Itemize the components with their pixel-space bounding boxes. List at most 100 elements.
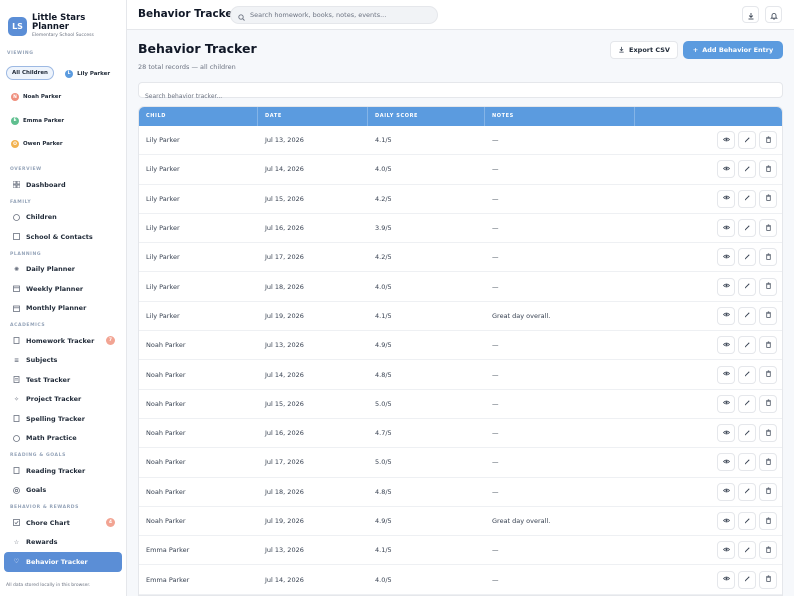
sidebar-item-rewards[interactable]: ☆ Rewards bbox=[4, 533, 122, 553]
sidebar-item-monthly-planner[interactable]: Monthly Planner bbox=[4, 299, 122, 319]
edit-button[interactable] bbox=[738, 541, 756, 560]
view-button[interactable] bbox=[717, 394, 735, 413]
child-avatar: E bbox=[11, 116, 19, 125]
pencil-icon bbox=[744, 575, 751, 584]
edit-button[interactable] bbox=[738, 189, 756, 208]
add-behavior-entry-button[interactable]: + Add Behavior Entry bbox=[683, 41, 783, 59]
delete-button[interactable] bbox=[759, 219, 777, 238]
global-search[interactable] bbox=[230, 6, 438, 24]
edit-button[interactable] bbox=[738, 512, 756, 530]
edit-button[interactable] bbox=[738, 365, 756, 384]
view-button[interactable] bbox=[717, 424, 735, 443]
edit-button[interactable] bbox=[738, 248, 756, 267]
delete-button[interactable] bbox=[759, 248, 777, 267]
view-button[interactable] bbox=[717, 570, 735, 589]
delete-button[interactable] bbox=[759, 277, 777, 296]
edit-button[interactable] bbox=[738, 131, 756, 150]
delete-button[interactable] bbox=[759, 131, 777, 150]
sidebar-item-weekly-planner[interactable]: Weekly Planner bbox=[4, 279, 122, 299]
sidebar-item-test-tracker[interactable]: Test Tracker bbox=[4, 370, 122, 390]
edit-button[interactable] bbox=[738, 424, 756, 443]
view-button[interactable] bbox=[717, 248, 735, 267]
view-button[interactable] bbox=[717, 306, 735, 325]
delete-button[interactable] bbox=[759, 453, 777, 472]
child-avatar: L bbox=[65, 69, 74, 78]
cell-notes: — bbox=[492, 575, 499, 584]
sidebar-item-dashboard[interactable]: Dashboard bbox=[4, 175, 122, 195]
delete-button[interactable] bbox=[759, 394, 777, 413]
table-filter[interactable] bbox=[138, 82, 783, 104]
view-button[interactable] bbox=[717, 512, 735, 530]
view-button[interactable] bbox=[717, 453, 735, 472]
sidebar-item-subjects[interactable]: ≡ Subjects bbox=[4, 351, 122, 371]
sidebar-item-project-tracker[interactable]: ✧ Project Tracker bbox=[4, 390, 122, 410]
sidebar-item-chore-chart[interactable]: Chore Chart 4 bbox=[4, 513, 122, 533]
view-button[interactable] bbox=[717, 541, 735, 560]
view-button[interactable] bbox=[717, 131, 735, 150]
edit-button[interactable] bbox=[738, 306, 756, 325]
chip-all-children[interactable]: All Children bbox=[6, 66, 54, 80]
delete-button[interactable] bbox=[759, 570, 777, 589]
column-header-daily-score[interactable]: DAILY SCORE bbox=[368, 107, 485, 126]
view-button[interactable] bbox=[717, 482, 735, 501]
delete-button[interactable] bbox=[759, 482, 777, 501]
eye-icon bbox=[722, 165, 730, 174]
export-csv-button[interactable]: Export CSV bbox=[610, 41, 678, 59]
edit-button[interactable] bbox=[738, 277, 756, 296]
sidebar-item-homework-tracker[interactable]: Homework Tracker 7 bbox=[4, 331, 122, 351]
cell-date: Jul 13, 2026 bbox=[265, 136, 304, 145]
edit-button[interactable] bbox=[738, 482, 756, 501]
column-header-date[interactable]: DATE bbox=[258, 107, 368, 126]
cell-notes: — bbox=[492, 282, 499, 291]
edit-button[interactable] bbox=[738, 336, 756, 355]
view-button[interactable] bbox=[717, 336, 735, 355]
sidebar-item-behavior-tracker[interactable]: ♡ Behavior Tracker bbox=[4, 552, 122, 572]
chip-emma-parker[interactable]: E Emma Parker bbox=[6, 113, 70, 128]
cell-daily-score: 5.0/5 bbox=[375, 458, 392, 467]
edit-button[interactable] bbox=[738, 394, 756, 413]
delete-button[interactable] bbox=[759, 541, 777, 560]
eye-icon bbox=[722, 546, 730, 555]
column-header-child[interactable]: CHILD bbox=[139, 107, 258, 126]
edit-button[interactable] bbox=[738, 453, 756, 472]
trash-icon bbox=[765, 429, 772, 438]
view-button[interactable] bbox=[717, 219, 735, 238]
chip-lily-parker[interactable]: L Lily Parker bbox=[60, 66, 116, 81]
sidebar-item-goals[interactable]: Goals bbox=[4, 481, 122, 501]
delete-button[interactable] bbox=[759, 424, 777, 443]
cell-child: Noah Parker bbox=[146, 399, 186, 408]
view-button[interactable] bbox=[717, 160, 735, 179]
trash-icon bbox=[765, 253, 772, 262]
sidebar-item-school-contacts[interactable]: School & Contacts bbox=[4, 227, 122, 247]
delete-button[interactable] bbox=[759, 336, 777, 355]
delete-button[interactable] bbox=[759, 365, 777, 384]
edit-button[interactable] bbox=[738, 219, 756, 238]
chip-owen-parker[interactable]: O Owen Parker bbox=[6, 137, 68, 151]
main-content: Behavior Tracker 28 total records — all … bbox=[127, 30, 794, 596]
sidebar-item-daily-planner[interactable]: ✺ Daily Planner bbox=[4, 260, 122, 280]
trash-icon bbox=[765, 399, 772, 408]
view-button[interactable] bbox=[717, 277, 735, 296]
chip-label: Owen Parker bbox=[23, 141, 63, 147]
edit-button[interactable] bbox=[738, 570, 756, 589]
sidebar-item-math-practice[interactable]: Math Practice bbox=[4, 429, 122, 449]
sidebar-item-children[interactable]: Children bbox=[4, 208, 122, 228]
view-button[interactable] bbox=[717, 365, 735, 384]
table-search-input[interactable] bbox=[145, 89, 745, 104]
sidebar-item-spelling-tracker[interactable]: Spelling Tracker bbox=[4, 409, 122, 429]
notifications-button[interactable] bbox=[765, 6, 782, 23]
delete-button[interactable] bbox=[759, 160, 777, 179]
view-button[interactable] bbox=[717, 189, 735, 208]
eye-icon bbox=[722, 517, 730, 526]
download-button[interactable] bbox=[742, 6, 759, 23]
global-search-input[interactable] bbox=[250, 11, 430, 19]
viewing-label: VIEWING bbox=[7, 51, 34, 56]
row-actions bbox=[635, 189, 782, 208]
chip-noah-parker[interactable]: N Noah Parker bbox=[6, 90, 67, 104]
edit-button[interactable] bbox=[738, 160, 756, 179]
column-header-notes[interactable]: NOTES bbox=[485, 107, 635, 126]
delete-button[interactable] bbox=[759, 512, 777, 530]
delete-button[interactable] bbox=[759, 306, 777, 325]
sidebar-item-reading-tracker[interactable]: Reading Tracker bbox=[4, 461, 122, 481]
delete-button[interactable] bbox=[759, 189, 777, 208]
